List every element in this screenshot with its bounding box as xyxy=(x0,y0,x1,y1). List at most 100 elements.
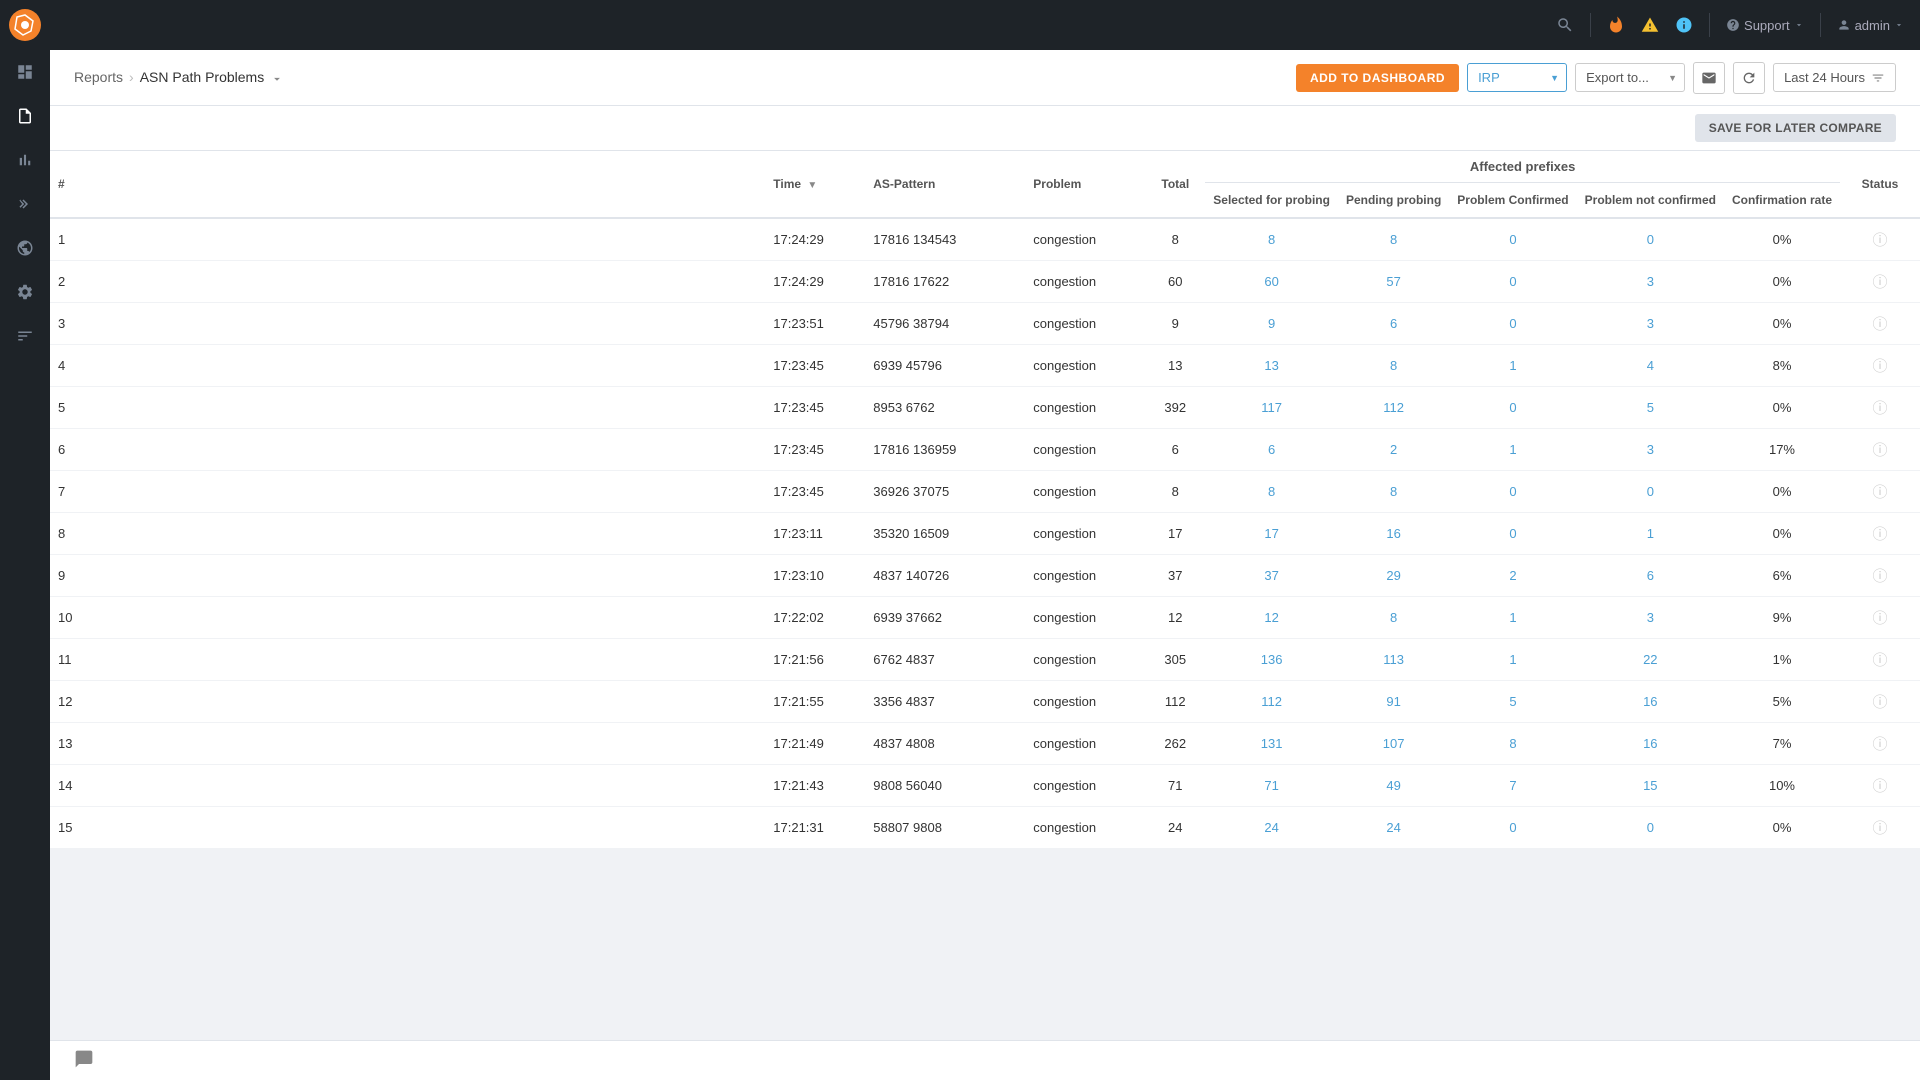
col-header-selected-probing: Selected for probing xyxy=(1205,183,1338,219)
cell-total: 8 xyxy=(1145,471,1205,513)
cell-selected: 6 xyxy=(1205,429,1338,471)
cell-as-pattern: 3356 4837 xyxy=(865,681,1025,723)
search-icon[interactable] xyxy=(1556,16,1574,34)
alert-info-icon[interactable] xyxy=(1675,16,1693,34)
cell-conf-rate: 0% xyxy=(1724,807,1840,849)
cell-problem: congestion xyxy=(1025,639,1145,681)
info-icon[interactable]: ⓘ xyxy=(1872,274,1887,291)
info-icon[interactable]: ⓘ xyxy=(1872,568,1887,585)
cell-problem: congestion xyxy=(1025,807,1145,849)
cell-total: 9 xyxy=(1145,303,1205,345)
cell-problem: congestion xyxy=(1025,513,1145,555)
breadcrumb-reports[interactable]: Reports xyxy=(74,69,123,85)
info-icon[interactable]: ⓘ xyxy=(1872,610,1887,627)
sidebar-item-advanced[interactable] xyxy=(0,314,50,358)
cell-pending: 29 xyxy=(1338,555,1449,597)
cell-time: 17:24:29 xyxy=(765,218,865,261)
info-icon[interactable]: ⓘ xyxy=(1872,736,1887,753)
alert-fire-icon[interactable] xyxy=(1607,16,1625,34)
table-row: 6 17:23:45 17816 136959 congestion 6 6 2… xyxy=(50,429,1920,471)
col-header-problem-not-confirmed: Problem not confirmed xyxy=(1577,183,1724,219)
sidebar-item-reports[interactable] xyxy=(0,94,50,138)
refresh-button[interactable] xyxy=(1733,62,1765,94)
sidebar-item-analytics[interactable] xyxy=(0,138,50,182)
sidebar-item-dashboard[interactable] xyxy=(0,50,50,94)
cell-confirmed: 7 xyxy=(1449,765,1576,807)
cell-selected: 17 xyxy=(1205,513,1338,555)
export-select[interactable]: Export to... xyxy=(1575,63,1685,92)
info-icon[interactable]: ⓘ xyxy=(1872,778,1887,795)
cell-pending: 16 xyxy=(1338,513,1449,555)
cell-conf-rate: 9% xyxy=(1724,597,1840,639)
cell-confirmed: 2 xyxy=(1449,555,1576,597)
info-icon[interactable]: ⓘ xyxy=(1872,442,1887,459)
cell-status: ⓘ xyxy=(1840,513,1920,555)
info-icon[interactable]: ⓘ xyxy=(1872,400,1887,417)
cell-time: 17:23:45 xyxy=(765,345,865,387)
cell-total: 13 xyxy=(1145,345,1205,387)
save-for-later-button[interactable]: SAVE FOR LATER COMPARE xyxy=(1695,114,1896,142)
col-header-affected-prefixes: Affected prefixes xyxy=(1205,151,1840,183)
cell-confirmed: 1 xyxy=(1449,345,1576,387)
header-actions: ADD TO DASHBOARD IRP Export to... xyxy=(1296,62,1896,94)
cell-not-confirmed: 16 xyxy=(1577,681,1724,723)
sidebar-item-routing[interactable] xyxy=(0,182,50,226)
admin-button[interactable]: admin xyxy=(1837,18,1904,33)
cell-conf-rate: 0% xyxy=(1724,218,1840,261)
cell-total: 8 xyxy=(1145,218,1205,261)
sidebar-item-settings[interactable] xyxy=(0,270,50,314)
cell-not-confirmed: 6 xyxy=(1577,555,1724,597)
cell-total: 37 xyxy=(1145,555,1205,597)
alert-warning-icon[interactable] xyxy=(1641,16,1659,34)
cell-status: ⓘ xyxy=(1840,681,1920,723)
table-row: 2 17:24:29 17816 17622 congestion 60 60 … xyxy=(50,261,1920,303)
sidebar-item-globe[interactable] xyxy=(0,226,50,270)
info-icon[interactable]: ⓘ xyxy=(1872,526,1887,543)
cell-not-confirmed: 3 xyxy=(1577,597,1724,639)
info-icon[interactable]: ⓘ xyxy=(1872,232,1887,249)
time-range-label: Last 24 Hours xyxy=(1784,70,1865,85)
cell-conf-rate: 0% xyxy=(1724,261,1840,303)
topbar: Support admin xyxy=(50,0,1920,50)
cell-selected: 8 xyxy=(1205,218,1338,261)
cell-total: 6 xyxy=(1145,429,1205,471)
col-header-time[interactable]: Time ▼ xyxy=(765,151,865,218)
cell-not-confirmed: 16 xyxy=(1577,723,1724,765)
info-icon[interactable]: ⓘ xyxy=(1872,316,1887,333)
cell-pending: 24 xyxy=(1338,807,1449,849)
cell-selected: 12 xyxy=(1205,597,1338,639)
cell-as-pattern: 4837 4808 xyxy=(865,723,1025,765)
col-header-status: Status xyxy=(1840,151,1920,218)
cell-total: 12 xyxy=(1145,597,1205,639)
add-to-dashboard-button[interactable]: ADD TO DASHBOARD xyxy=(1296,64,1459,92)
info-icon[interactable]: ⓘ xyxy=(1872,820,1887,837)
cell-as-pattern: 8953 6762 xyxy=(865,387,1025,429)
info-icon[interactable]: ⓘ xyxy=(1872,358,1887,375)
cell-time: 17:23:45 xyxy=(765,429,865,471)
email-button[interactable] xyxy=(1693,62,1725,94)
cell-problem: congestion xyxy=(1025,429,1145,471)
cell-confirmed: 1 xyxy=(1449,639,1576,681)
cell-total: 24 xyxy=(1145,807,1205,849)
cell-num: 1 xyxy=(50,218,765,261)
logo[interactable] xyxy=(0,0,50,50)
cell-status: ⓘ xyxy=(1840,429,1920,471)
time-range-button[interactable]: Last 24 Hours xyxy=(1773,63,1896,92)
col-header-num: # xyxy=(50,151,765,218)
cell-pending: 113 xyxy=(1338,639,1449,681)
cell-total: 262 xyxy=(1145,723,1205,765)
cell-confirmed: 0 xyxy=(1449,807,1576,849)
cell-time: 17:21:56 xyxy=(765,639,865,681)
info-icon[interactable]: ⓘ xyxy=(1872,484,1887,501)
table-row: 11 17:21:56 6762 4837 congestion 305 136… xyxy=(50,639,1920,681)
cell-not-confirmed: 15 xyxy=(1577,765,1724,807)
info-icon[interactable]: ⓘ xyxy=(1872,694,1887,711)
cell-confirmed: 1 xyxy=(1449,429,1576,471)
info-icon[interactable]: ⓘ xyxy=(1872,652,1887,669)
chat-icon[interactable] xyxy=(74,1049,94,1072)
cell-not-confirmed: 22 xyxy=(1577,639,1724,681)
irp-select[interactable]: IRP xyxy=(1467,63,1567,92)
support-button[interactable]: Support xyxy=(1726,18,1804,33)
cell-selected: 9 xyxy=(1205,303,1338,345)
cell-not-confirmed: 3 xyxy=(1577,261,1724,303)
